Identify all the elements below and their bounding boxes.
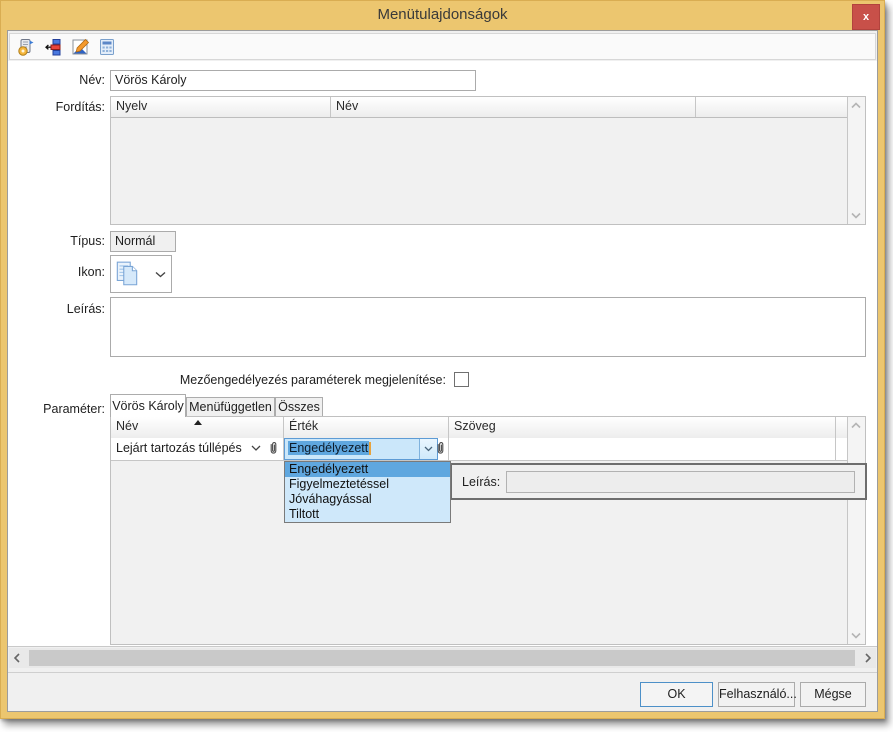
value-dropdown-list: Engedélyezett Figyelmeztetéssel Jóváhagy…	[284, 461, 451, 523]
footer-separator	[8, 672, 877, 673]
description-textarea[interactable]	[110, 297, 866, 357]
description-label: Leírás:	[66, 302, 105, 316]
chevron-down-icon[interactable]	[251, 445, 261, 451]
param-col-nev[interactable]: Név	[111, 417, 284, 438]
scroll-right-icon[interactable]	[860, 648, 876, 668]
horizontal-scrollbar-thumb[interactable]	[29, 650, 855, 666]
sort-ascending-icon	[194, 420, 202, 425]
close-icon: x	[862, 11, 870, 23]
param-col-szoveg[interactable]: Szöveg	[449, 417, 836, 438]
calculator-icon[interactable]	[97, 37, 117, 57]
dialog-client-area: Név: Vörös Károly Fordítás: Nyelv Név Tí…	[7, 30, 878, 712]
translation-label: Fordítás:	[55, 100, 105, 114]
scroll-down-icon[interactable]	[851, 631, 861, 639]
param-col-ertek[interactable]: Érték	[284, 417, 449, 438]
scroll-up-icon[interactable]	[851, 422, 861, 430]
translation-col-nev[interactable]: Név	[331, 97, 696, 117]
value-description-field	[506, 470, 855, 493]
paperclip-icon[interactable]	[268, 441, 279, 456]
parameter-table-vscrollbar[interactable]	[847, 417, 865, 644]
scroll-left-icon[interactable]	[9, 648, 25, 668]
combobox-selected-text: Engedélyezett	[288, 441, 370, 455]
type-label: Típus:	[70, 234, 105, 248]
text-caret	[369, 442, 372, 456]
dropdown-option-engedelyezett[interactable]: Engedélyezett	[285, 462, 450, 477]
user-button[interactable]: Felhasználó...	[718, 682, 797, 707]
tab-menufuggetlen[interactable]: Menüfüggetlen	[186, 397, 275, 417]
icon-dropdown[interactable]	[110, 255, 172, 293]
param-name-cell[interactable]: Lejárt tartozás túllépés	[111, 438, 284, 460]
translation-col-filler	[696, 97, 848, 117]
translation-table-vscrollbar[interactable]	[847, 97, 865, 224]
parameter-label: Paraméter:	[43, 402, 105, 416]
document-copy-icon	[115, 260, 139, 288]
dialog-window: Menütulajdonságok x Név: Vörös Károly Fo…	[0, 0, 885, 719]
dropdown-option-tiltott[interactable]: Tiltott	[285, 507, 450, 522]
param-value-cell: Engedélyezett	[284, 438, 449, 460]
translation-table: Nyelv Név	[110, 96, 866, 225]
field-permission-checkbox-label: Mezőengedélyezés paraméterek megjeleníté…	[179, 373, 446, 387]
value-description-panel: Leírás:	[450, 463, 867, 500]
scroll-down-icon[interactable]	[851, 211, 861, 219]
param-text-cell[interactable]	[449, 438, 836, 460]
parameter-table: Név Érték Szöveg Lejárt tartozás túllépé…	[110, 416, 866, 645]
tab-voros-karoly[interactable]: Vörös Károly	[110, 394, 186, 417]
window-title: Menütulajdonságok	[377, 6, 508, 23]
table-row: Lejárt tartozás túllépés Engedélyezett	[111, 438, 848, 461]
field-permission-checkbox[interactable]	[454, 372, 469, 387]
ok-button[interactable]: OK	[640, 682, 713, 707]
reorder-icon[interactable]	[43, 37, 63, 57]
paperclip-icon[interactable]	[435, 441, 446, 456]
cancel-button[interactable]: Mégse	[800, 682, 866, 707]
toolbar	[9, 33, 876, 60]
translation-col-nyelv[interactable]: Nyelv	[111, 97, 331, 117]
icon-label: Ikon:	[77, 265, 105, 279]
close-button[interactable]: x	[852, 4, 880, 30]
value-description-label: Leírás:	[462, 474, 501, 489]
horizontal-scrollbar[interactable]	[9, 648, 876, 668]
tab-osszes[interactable]: Összes	[275, 397, 323, 417]
name-label: Név:	[79, 73, 105, 87]
script-settings-icon[interactable]	[16, 37, 36, 57]
type-field: Normál	[110, 231, 176, 252]
titlebar: Menütulajdonságok x	[1, 1, 884, 30]
dropdown-option-figyelmeztetessel[interactable]: Figyelmeztetéssel	[285, 477, 450, 492]
dropdown-option-jovahagyassal[interactable]: Jóváhagyással	[285, 492, 450, 507]
edit-icon[interactable]	[70, 37, 90, 57]
name-input[interactable]: Vörös Károly	[110, 70, 476, 91]
scroll-up-icon[interactable]	[851, 102, 861, 110]
chevron-down-icon	[155, 271, 166, 278]
value-combobox[interactable]: Engedélyezett	[284, 438, 438, 460]
form-panel: Név: Vörös Károly Fordítás: Nyelv Név Tí…	[8, 61, 877, 647]
